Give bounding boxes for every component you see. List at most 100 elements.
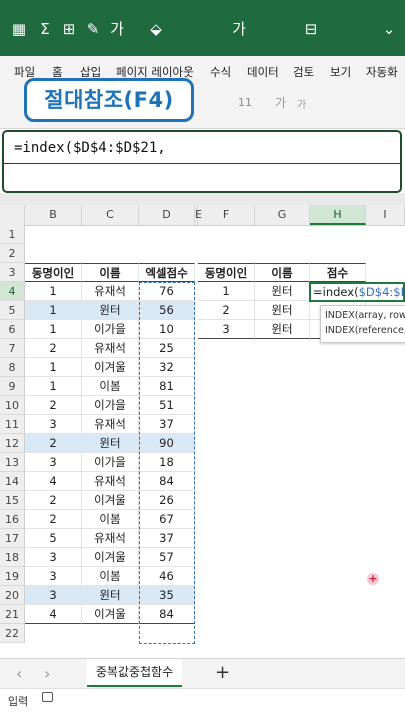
- font-size-increase-icon[interactable]: 가: [106, 18, 128, 40]
- row-header[interactable]: 11: [0, 415, 25, 434]
- table-cell[interactable]: 이봄: [82, 377, 139, 396]
- table-cell[interactable]: 윈터: [82, 586, 139, 605]
- table-cell[interactable]: 32: [139, 358, 195, 377]
- font-size-select[interactable]: 11: [238, 96, 252, 109]
- table-cell[interactable]: 유재석: [82, 472, 139, 491]
- table-cell[interactable]: 2: [25, 339, 82, 358]
- font-grow-icon[interactable]: 가: [275, 94, 286, 111]
- row-header[interactable]: 10: [0, 396, 25, 415]
- table-cell[interactable]: 56: [139, 301, 195, 320]
- table-header-cell[interactable]: 엑셀점수: [139, 263, 195, 282]
- table-cell[interactable]: 3: [198, 320, 255, 339]
- table-cell[interactable]: 1: [25, 282, 82, 301]
- table-cell[interactable]: 1: [25, 301, 82, 320]
- table-cell[interactable]: 76: [139, 282, 195, 301]
- table-cell[interactable]: 57: [139, 548, 195, 567]
- table-cell[interactable]: 35: [139, 586, 195, 605]
- row-header[interactable]: 17: [0, 529, 25, 548]
- column-header-selected[interactable]: H: [310, 205, 366, 225]
- row-header[interactable]: 16: [0, 510, 25, 529]
- spreadsheet-grid[interactable]: B C D E F G H I 1 2 3 4 5 6 7 8 9 10 11 12 13 14 15 16 1…: [0, 205, 405, 658]
- table-icon[interactable]: ⊞: [58, 18, 80, 40]
- table-cell[interactable]: 4: [25, 605, 82, 624]
- table-cell[interactable]: 18: [139, 453, 195, 472]
- row-header[interactable]: 12: [0, 434, 25, 453]
- tooltip-signature-array[interactable]: INDEX(array, row_n: [325, 310, 405, 321]
- table-cell[interactable]: 90: [139, 434, 195, 453]
- table-header-cell[interactable]: 이름: [255, 263, 310, 282]
- table-cell[interactable]: 이가을: [82, 453, 139, 472]
- table-cell[interactable]: 이봄: [82, 567, 139, 586]
- row-header[interactable]: 3: [0, 263, 25, 282]
- row-header[interactable]: 21: [0, 605, 25, 624]
- formula-input[interactable]: =index($D$4:$D$21,: [14, 140, 166, 156]
- tab-automate[interactable]: 자동화: [366, 64, 398, 80]
- row-header[interactable]: 2: [0, 244, 25, 263]
- row-header[interactable]: 19: [0, 567, 25, 586]
- table-cell[interactable]: 2: [25, 491, 82, 510]
- table-cell[interactable]: 이겨울: [82, 605, 139, 624]
- table-cell[interactable]: 1: [198, 282, 255, 301]
- table-header-cell[interactable]: 이름: [82, 263, 139, 282]
- column-header[interactable]: F: [198, 205, 255, 225]
- table-cell[interactable]: 유재석: [82, 529, 139, 548]
- table-cell[interactable]: 46: [139, 567, 195, 586]
- table-cell[interactable]: 3: [25, 586, 82, 605]
- tab-review[interactable]: 검토: [293, 64, 314, 80]
- add-sheet-button[interactable]: +: [215, 662, 230, 683]
- font-color-icon[interactable]: 가: [228, 18, 250, 40]
- row-header[interactable]: 14: [0, 472, 25, 491]
- table-cell[interactable]: 37: [139, 529, 195, 548]
- table-cell[interactable]: 이가을: [82, 320, 139, 339]
- table-cell[interactable]: 67: [139, 510, 195, 529]
- accessibility-icon[interactable]: [42, 692, 53, 702]
- table-header-cell[interactable]: 동명이인: [25, 263, 82, 282]
- table-cell[interactable]: 2: [198, 301, 255, 320]
- chevron-down-icon[interactable]: ⌄: [378, 18, 400, 40]
- table-cell[interactable]: 84: [139, 605, 195, 624]
- table-cell[interactable]: 윈터: [82, 434, 139, 453]
- table-cell[interactable]: 1: [25, 377, 82, 396]
- table-cell[interactable]: 37: [139, 415, 195, 434]
- active-cell-editor[interactable]: =index($D$4:$D$2: [309, 282, 405, 302]
- tooltip-signature-reference[interactable]: INDEX(reference, r: [325, 325, 405, 336]
- table-cell[interactable]: 이겨울: [82, 548, 139, 567]
- table-cell[interactable]: 1: [25, 320, 82, 339]
- table-cell[interactable]: 윈터: [255, 301, 310, 320]
- row-header[interactable]: 13: [0, 453, 25, 472]
- table-cell[interactable]: 유재석: [82, 415, 139, 434]
- table-cell[interactable]: 유재석: [82, 339, 139, 358]
- table-cell[interactable]: 51: [139, 396, 195, 415]
- row-header[interactable]: 1: [0, 225, 25, 244]
- table-cell[interactable]: 81: [139, 377, 195, 396]
- table-cell[interactable]: 2: [25, 510, 82, 529]
- table-cell[interactable]: 25: [139, 339, 195, 358]
- select-all-corner[interactable]: [0, 205, 25, 225]
- table-cell[interactable]: 이봄: [82, 510, 139, 529]
- row-header[interactable]: 5: [0, 301, 25, 320]
- table-cell[interactable]: 이가을: [82, 396, 139, 415]
- table-cell[interactable]: 윈터: [82, 301, 139, 320]
- table-cell[interactable]: 유재석: [82, 282, 139, 301]
- row-header[interactable]: 9: [0, 377, 25, 396]
- row-header[interactable]: 6: [0, 320, 25, 339]
- table-cell[interactable]: 26: [139, 491, 195, 510]
- table-cell[interactable]: 윈터: [255, 320, 310, 339]
- sheet-tab-active[interactable]: 중복값중첩함수: [87, 659, 182, 687]
- column-header[interactable]: D: [139, 205, 195, 225]
- table-cell[interactable]: 3: [25, 567, 82, 586]
- table-cell[interactable]: 10: [139, 320, 195, 339]
- table-cell[interactable]: 3: [25, 548, 82, 567]
- table-cell[interactable]: 5: [25, 529, 82, 548]
- row-header[interactable]: 8: [0, 358, 25, 377]
- next-sheet-button[interactable]: ›: [44, 664, 50, 683]
- column-header[interactable]: G: [255, 205, 310, 225]
- table-cell[interactable]: 2: [25, 434, 82, 453]
- tab-data[interactable]: 데이터: [247, 64, 279, 80]
- table-cell[interactable]: 3: [25, 415, 82, 434]
- format-painter-icon[interactable]: ✎: [82, 18, 104, 40]
- table-cell[interactable]: 이겨울: [82, 491, 139, 510]
- table-cell[interactable]: 이겨울: [82, 358, 139, 377]
- column-header[interactable]: I: [366, 205, 405, 225]
- font-shrink-icon[interactable]: 가: [297, 96, 306, 111]
